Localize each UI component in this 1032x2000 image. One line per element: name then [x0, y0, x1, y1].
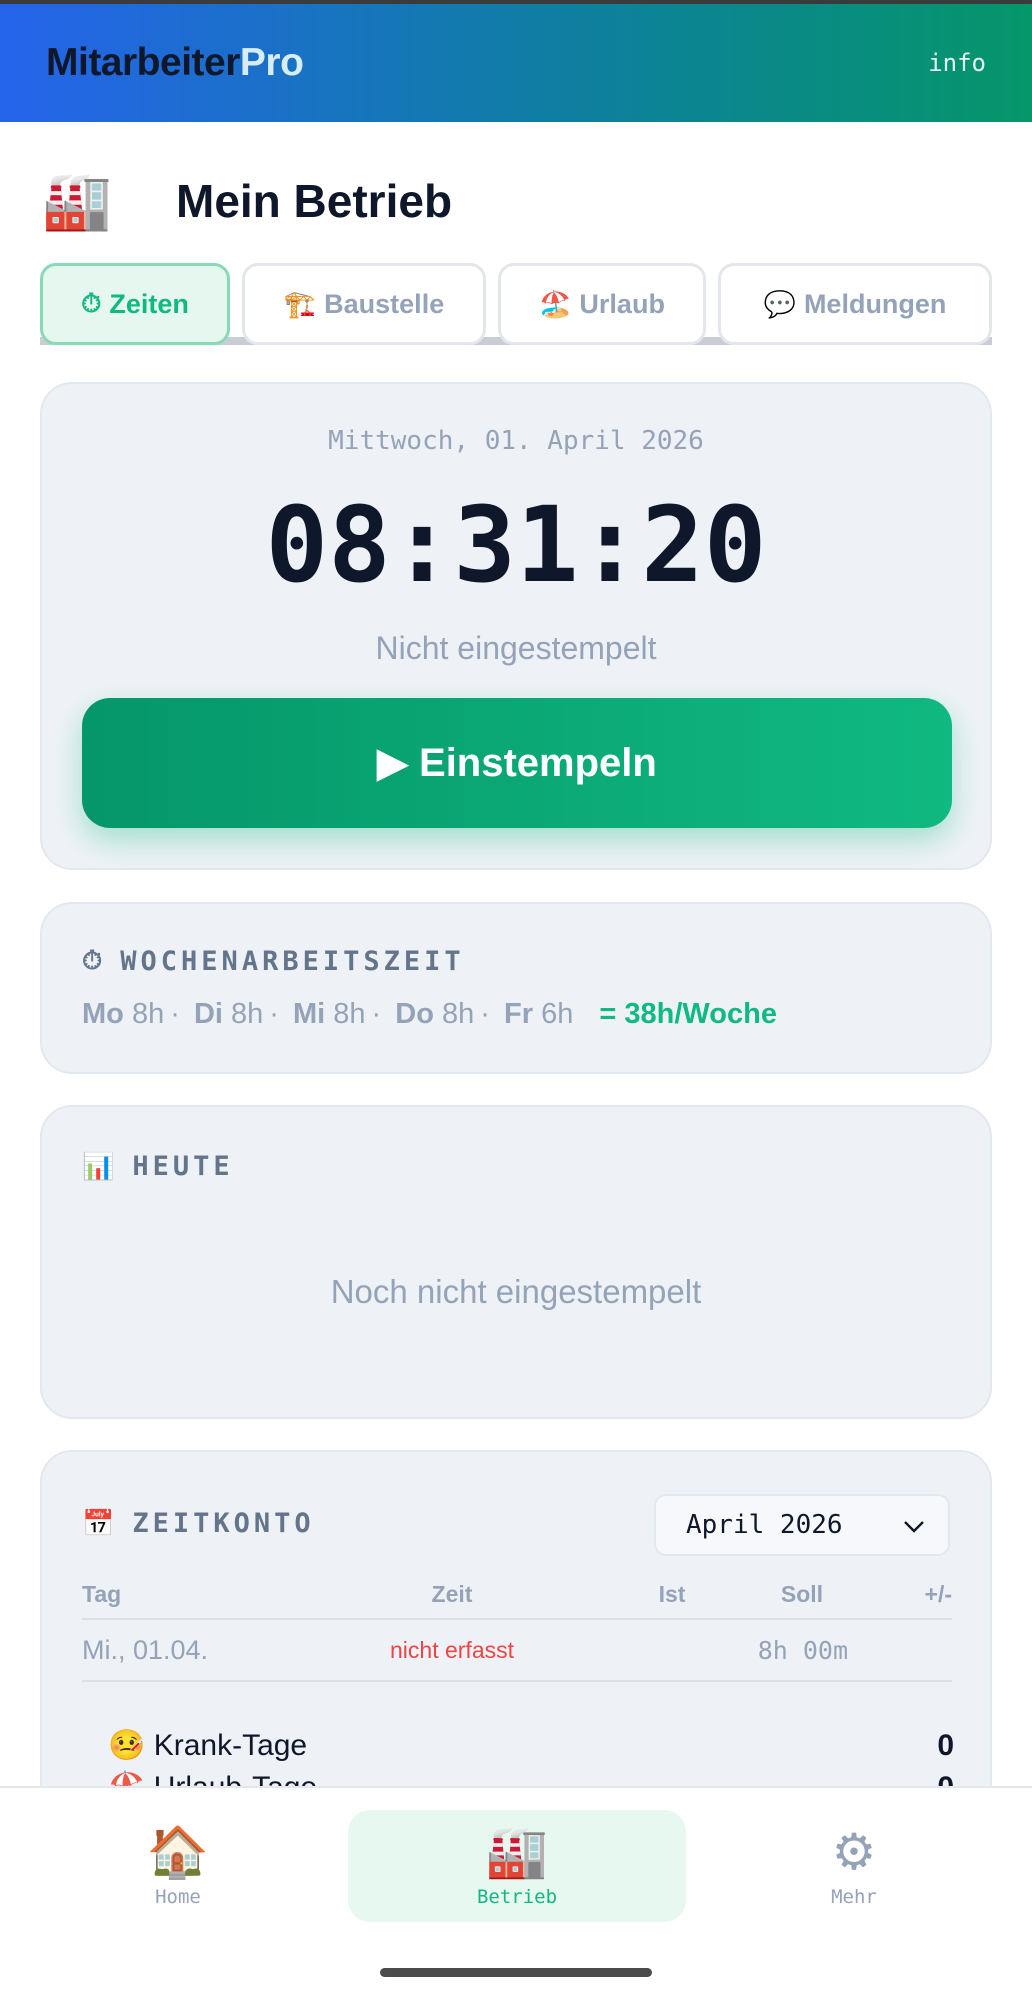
stamp-status: Nicht eingestempelt — [375, 630, 657, 666]
house-icon: 🏠 — [146, 1824, 210, 1880]
day-label: Di — [193, 998, 223, 1030]
clock-card: Mittwoch, 01. April 2026 08:31:20 Nicht … — [40, 382, 992, 870]
day-label: Mi — [293, 998, 326, 1030]
factory-icon: 🏭 — [485, 1824, 549, 1880]
construction-icon: 🏗️ — [283, 288, 317, 319]
day-label: Do — [395, 998, 434, 1030]
stat-value: 0 — [937, 1728, 954, 1762]
stopwatch-icon: ⏱ — [82, 946, 103, 976]
tab-zeiten[interactable]: ⏱ Zeiten — [40, 263, 230, 345]
row-diff — [892, 1620, 952, 1680]
table-header: Tag Zeit Ist Soll +/- — [82, 1570, 952, 1620]
today-empty-text: Noch nicht eingestempelt — [330, 1273, 702, 1310]
tab-label: Zeiten — [109, 288, 189, 319]
sick-days-stat: 🤒 Krank-Tage 0 — [108, 1728, 954, 1763]
today-card: 📊 HEUTE Noch nicht eingestempelt — [40, 1105, 992, 1419]
day-hours: 8h — [231, 998, 264, 1030]
column-header-soll: Soll — [780, 1580, 824, 1607]
home-indicator — [380, 1968, 652, 1977]
nav-label: Betrieb — [476, 1886, 558, 1908]
stat-label: Krank-Tage — [153, 1729, 308, 1762]
section-title-text: WOCHENARBEITSZEIT — [120, 946, 465, 977]
column-header-tag: Tag — [82, 1580, 122, 1607]
page-heading: 🏭 Mein Betrieb — [42, 166, 452, 236]
time-account-table: Tag Zeit Ist Soll +/- Mi., 01.04. nicht … — [82, 1570, 952, 1682]
current-date: Mittwoch, 01. April 2026 — [328, 426, 704, 456]
bottom-navigation: 🏠 Home 🏭 Betrieb ⚙ Mehr — [0, 1786, 1032, 2000]
nav-betrieb[interactable]: 🏭 Betrieb — [348, 1810, 686, 1922]
day-hours: 8h — [442, 998, 475, 1030]
tab-label: Baustelle — [324, 288, 445, 319]
brand-part-2: Pro — [239, 41, 304, 84]
tab-baustelle[interactable]: 🏗️ Baustelle — [242, 263, 486, 345]
beach-icon: 🏖️ — [539, 288, 572, 319]
day-hours: 6h — [541, 998, 574, 1030]
weekly-hours-line: Mo 8h · Di 8h · Mi 8h · Do 8h · Fr 6h = 38h/… — [82, 998, 777, 1030]
row-target: 8h 00m — [757, 1635, 848, 1665]
nav-label: Mehr — [831, 1886, 877, 1908]
nav-label: Home — [155, 1886, 201, 1908]
section-title-text: HEUTE — [132, 1151, 234, 1182]
column-header-ist: Ist — [658, 1580, 686, 1607]
column-header-zeit: Zeit — [431, 1580, 473, 1607]
day-label: Fr — [504, 998, 534, 1030]
tab-urlaub[interactable]: 🏖️ Urlaub — [498, 263, 706, 345]
row-actual — [642, 1620, 702, 1680]
day-label: Mo — [82, 998, 124, 1030]
chevron-down-icon — [904, 1521, 924, 1533]
brand-part-1: Mitarbeiter — [46, 41, 240, 84]
row-date: Mi., 01.04. — [82, 1634, 209, 1665]
tab-label: Urlaub — [579, 288, 665, 319]
current-time: 08:31:20 — [265, 484, 767, 606]
day-hours: 8h — [131, 998, 165, 1030]
stopwatch-icon: ⏱ — [81, 288, 102, 318]
bar-chart-icon: 📊 — [82, 1151, 115, 1182]
section-title-text: ZEITKONTO — [132, 1508, 315, 1539]
row-time: nicht erfasst — [390, 1636, 514, 1663]
column-header-diff: +/- — [924, 1580, 952, 1607]
speech-bubble-icon: 💬 — [763, 288, 796, 319]
month-select[interactable]: April 2026 — [654, 1494, 950, 1556]
weekly-hours-card: ⏱ WOCHENARBEITSZEIT Mo 8h · Di 8h · Mi 8h ·… — [40, 902, 992, 1074]
tab-bar: ⏱ Zeiten 🏗️ Baustelle 🏖️ Urlaub 💬 Meldun… — [40, 263, 992, 345]
weekly-total: = 38h/Woche — [599, 998, 777, 1030]
nav-home[interactable]: 🏠 Home — [108, 1810, 248, 1922]
day-hours: 8h — [333, 998, 366, 1030]
table-row[interactable]: Mi., 01.04. nicht erfasst 8h 00m — [82, 1620, 952, 1682]
month-select-value: April 2026 — [686, 1510, 843, 1540]
nav-mehr[interactable]: ⚙ Mehr — [784, 1810, 924, 1922]
info-link[interactable]: info — [928, 49, 986, 77]
sick-face-icon: 🤒 — [108, 1729, 146, 1762]
section-title: 📊 HEUTE — [82, 1151, 234, 1182]
app-header: MitarbeiterPro info — [0, 0, 1032, 122]
section-title: ⏱ WOCHENARBEITSZEIT — [82, 946, 465, 977]
tab-meldungen[interactable]: 💬 Meldungen — [718, 263, 992, 345]
clock-in-button[interactable]: ▶ Einstempeln — [82, 698, 952, 828]
page-title: Mein Betrieb — [176, 175, 453, 227]
calendar-icon: 📅 — [82, 1508, 115, 1539]
app-logo[interactable]: MitarbeiterPro — [46, 41, 304, 85]
section-title: 📅 ZEITKONTO — [82, 1508, 315, 1539]
factory-icon: 🏭 — [42, 169, 112, 232]
gear-icon: ⚙ — [831, 1824, 877, 1880]
tab-label: Meldungen — [803, 288, 947, 319]
